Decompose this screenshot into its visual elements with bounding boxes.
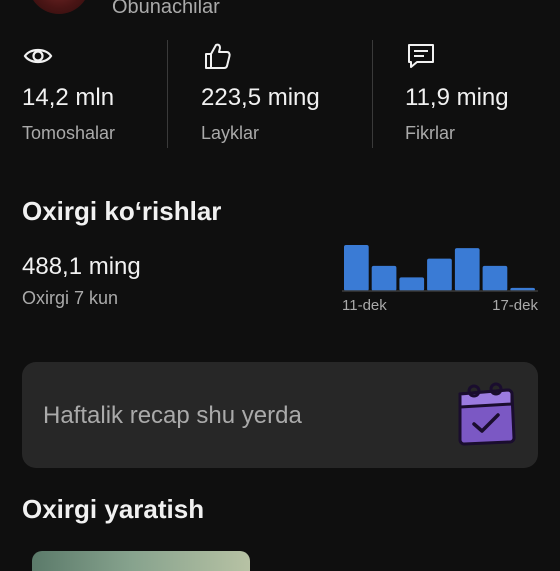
stat-divider [167, 40, 168, 148]
chart-x-label-start: 11-dek [342, 297, 387, 314]
recent-views-period: Oxirgi 7 kun [22, 288, 119, 308]
latest-creation-title: Oxirgi yaratish [22, 494, 205, 524]
calendar-check-icon [458, 382, 516, 446]
thumbs-up-icon [205, 43, 231, 69]
recent-views-value: 488,1 ming [22, 253, 141, 280]
channel-avatar[interactable] [28, 0, 90, 14]
stat-likes-value: 223,5 ming [201, 84, 320, 111]
chart-x-label-end: 17-dek [492, 297, 538, 314]
stats-row: 14,2 mln Tomoshalar 223,5 ming Layklar 1… [0, 36, 560, 148]
latest-video-thumbnail[interactable] [32, 551, 250, 571]
recent-views-chart[interactable]: 11-dek 17-dek [338, 240, 542, 318]
stat-divider [372, 40, 373, 148]
chart-bar-14-dek [427, 258, 452, 291]
chart-bar-12-dek [371, 265, 397, 291]
stat-views-label: Tomoshalar [22, 123, 116, 143]
stat-likes-label: Layklar [201, 123, 260, 143]
comment-icon [408, 44, 434, 68]
weekly-recap-card[interactable]: Haftalik recap shu yerda [22, 362, 538, 468]
subscribers-label: Obunachilar [112, 0, 220, 18]
stat-views-value: 14,2 mln [22, 84, 115, 111]
recent-views-title: Oxirgi ko‘rishlar [22, 196, 222, 226]
chart-bar-11-dek [344, 245, 369, 291]
stat-comments-label: Fikrlar [405, 123, 455, 143]
chart-bar-15-dek [454, 248, 480, 291]
chart-bar-13-dek [399, 277, 425, 291]
stat-comments-value: 11,9 ming [405, 84, 509, 111]
chart-bar-16-dek [482, 265, 508, 291]
recap-text: Haftalik recap shu yerda [43, 402, 302, 429]
eye-icon [23, 48, 53, 64]
